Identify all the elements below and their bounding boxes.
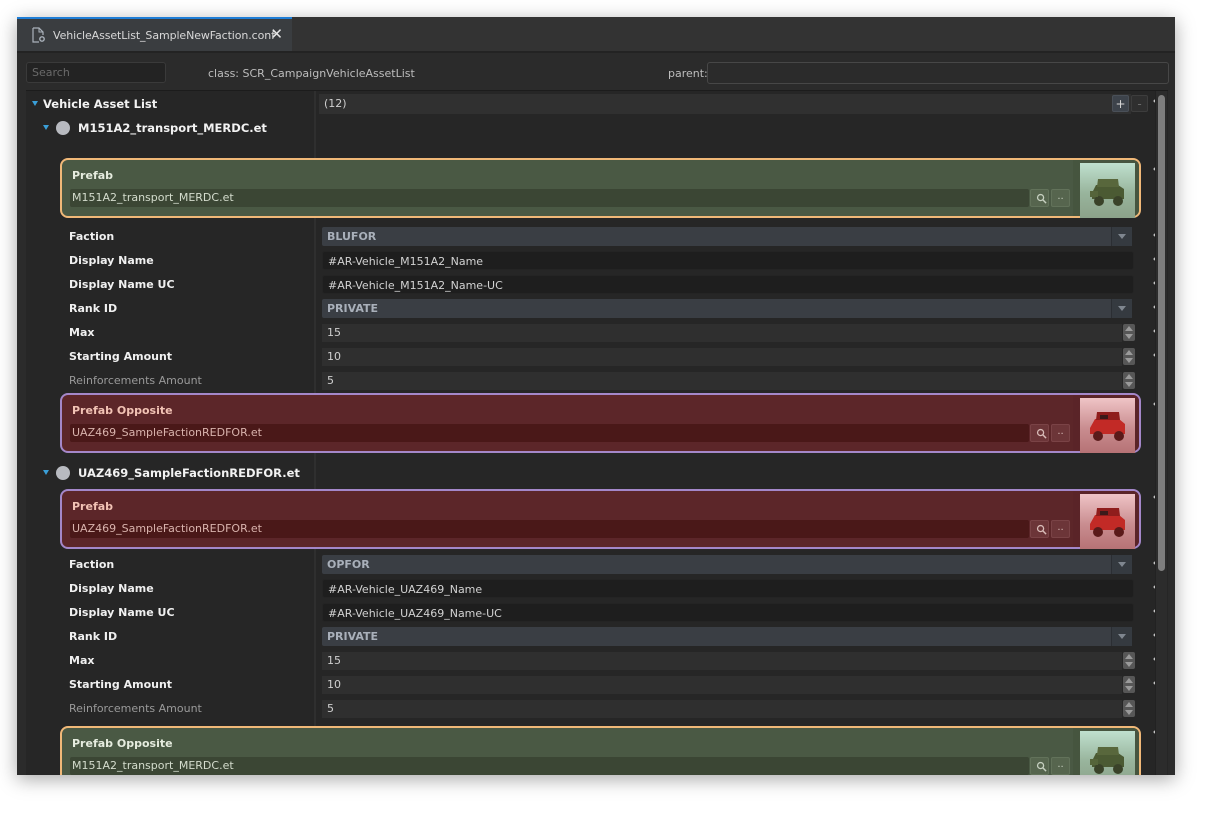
tab-bar: VehicleAssetList_SampleNewFaction.conf ✕ [17,17,1175,53]
expand-arrow-icon[interactable] [43,125,49,130]
prefab-opposite-label: Prefab Opposite [72,737,173,750]
starting-amount-input[interactable]: 10 [322,348,1122,366]
field-row-reinforcements-amount: Reinforcements Amount 5 [26,697,1146,721]
prefab-field[interactable]: UAZ469_SampleFactionREDFOR.et [70,520,1029,538]
scrollbar-thumb[interactable] [1158,95,1165,571]
display-name-input[interactable]: #AR-Vehicle_M151A2_Name [322,251,1134,270]
prefab-opposite-field[interactable]: UAZ469_SampleFactionREDFOR.et [70,424,1029,442]
field-row-rank-id: Rank ID PRIVATE [26,297,1146,321]
prefab-field[interactable]: M151A2_transport_MERDC.et [70,189,1029,207]
field-row-display-name: Display Name #AR-Vehicle_UAZ469_Name [26,577,1146,601]
vehicle-thumbnail-m151a2 [1080,163,1135,218]
spinner-arrows-icon[interactable] [1123,652,1135,669]
prefab-card: Prefab M151A2_transport_MERDC.et .. [60,158,1141,218]
reinforcements-amount-input[interactable]: 5 [322,700,1122,718]
entry-bullet-icon [56,466,70,480]
faction-dropdown[interactable]: OPFOR [322,555,1132,574]
remove-item-button[interactable]: - [1131,95,1148,112]
prefab-label: Prefab [72,169,113,182]
array-count: (12) [319,94,1131,114]
prefab-opposite-card: Prefab Opposite M151A2_transport_MERDC.e… [60,726,1141,775]
add-item-button[interactable]: + [1112,95,1129,112]
magnifier-icon [1036,524,1047,535]
field-row-display-name-uc: Display Name UC #AR-Vehicle_M151A2_Name-… [26,273,1146,297]
spinner-arrows-icon[interactable] [1123,348,1135,365]
field-row-starting-amount: Starting Amount 10 [26,673,1146,697]
property-panel: Vehicle Asset List (12) + - M151A2_trans… [26,90,1168,775]
entry-bullet-icon [56,121,70,135]
entry-name: M151A2_transport_MERDC.et [78,121,267,135]
expand-arrow-icon[interactable] [32,101,38,106]
chevron-down-icon[interactable] [1111,227,1132,246]
vehicle-thumbnail-uaz469 [1080,494,1135,549]
vehicle-thumbnail-uaz469 [1080,398,1135,453]
magnifier-icon [1036,193,1047,204]
reinforcements-amount-input[interactable]: 5 [322,372,1122,390]
prefab-search-button[interactable] [1030,189,1049,207]
field-row-faction: Faction OPFOR [26,553,1146,577]
prefab-opposite-search-button[interactable] [1030,757,1049,775]
vertical-scrollbar[interactable] [1155,91,1167,775]
faction-dropdown[interactable]: BLUFOR [322,227,1132,246]
chevron-down-icon[interactable] [1111,555,1132,574]
field-row-display-name-uc: Display Name UC #AR-Vehicle_UAZ469_Name-… [26,601,1146,625]
expand-arrow-icon[interactable] [43,470,49,475]
max-input[interactable]: 15 [322,652,1122,670]
prefab-search-button[interactable] [1030,520,1049,538]
field-row-reinforcements-amount: Reinforcements Amount 5 [26,369,1146,393]
spinner-arrows-icon[interactable] [1123,676,1135,693]
vehicle-thumbnail-m151a2 [1080,731,1135,775]
display-name-uc-input[interactable]: #AR-Vehicle_UAZ469_Name-UC [322,603,1134,622]
prefab-opposite-browse-button[interactable]: .. [1051,424,1070,442]
tab-title: VehicleAssetList_SampleNewFaction.conf [53,29,275,42]
starting-amount-input[interactable]: 10 [322,676,1122,694]
field-row-max: Max 15 [26,321,1146,345]
field-row-max: Max 15 [26,649,1146,673]
close-icon[interactable]: ✕ [270,25,283,43]
magnifier-icon [1036,761,1047,772]
spinner-arrows-icon[interactable] [1123,372,1135,389]
spinner-arrows-icon[interactable] [1123,324,1135,341]
chevron-down-icon[interactable] [1111,627,1132,646]
tab-vehicle-asset-list[interactable]: VehicleAssetList_SampleNewFaction.conf ✕ [17,17,292,51]
parent-input[interactable] [707,62,1169,84]
field-row-faction: Faction BLUFOR [26,225,1146,249]
field-row-starting-amount: Starting Amount 10 [26,345,1146,369]
rank-id-dropdown[interactable]: PRIVATE [322,627,1132,646]
tree-row-entry: M151A2_transport_MERDC.et [26,116,1146,140]
rank-id-dropdown[interactable]: PRIVATE [322,299,1132,318]
config-editor-window: VehicleAssetList_SampleNewFaction.conf ✕… [17,17,1175,775]
prefab-opposite-field[interactable]: M151A2_transport_MERDC.et [70,757,1029,775]
prefab-browse-button[interactable]: .. [1051,520,1070,538]
prefab-opposite-browse-button[interactable]: .. [1051,757,1070,775]
entry-name: UAZ469_SampleFactionREDFOR.et [78,466,300,480]
prefab-browse-button[interactable]: .. [1051,189,1070,207]
prefab-opposite-search-button[interactable] [1030,424,1049,442]
spinner-arrows-icon[interactable] [1123,700,1135,717]
search-input[interactable] [26,62,166,83]
magnifier-icon [1036,428,1047,439]
vehicle-asset-list-label: Vehicle Asset List [43,97,157,111]
prefab-opposite-label: Prefab Opposite [72,404,173,417]
max-input[interactable]: 15 [322,324,1122,342]
prefab-opposite-card: Prefab Opposite UAZ469_SampleFactionREDF… [60,393,1141,453]
prefab-card: Prefab UAZ469_SampleFactionREDFOR.et .. [60,489,1141,549]
field-row-rank-id: Rank ID PRIVATE [26,625,1146,649]
chevron-down-icon[interactable] [1111,299,1132,318]
display-name-input[interactable]: #AR-Vehicle_UAZ469_Name [322,579,1134,598]
tree-row-entry: UAZ469_SampleFactionREDFOR.et [26,461,1146,485]
class-label: class: SCR_CampaignVehicleAssetList [208,67,415,80]
prefab-label: Prefab [72,500,113,513]
tree-row-vehicle-asset-list: Vehicle Asset List (12) + - [26,92,1146,116]
parent-label: parent: [668,67,708,80]
field-row-display-name: Display Name #AR-Vehicle_M151A2_Name [26,249,1146,273]
display-name-uc-input[interactable]: #AR-Vehicle_M151A2_Name-UC [322,275,1134,294]
config-file-icon [30,27,46,43]
